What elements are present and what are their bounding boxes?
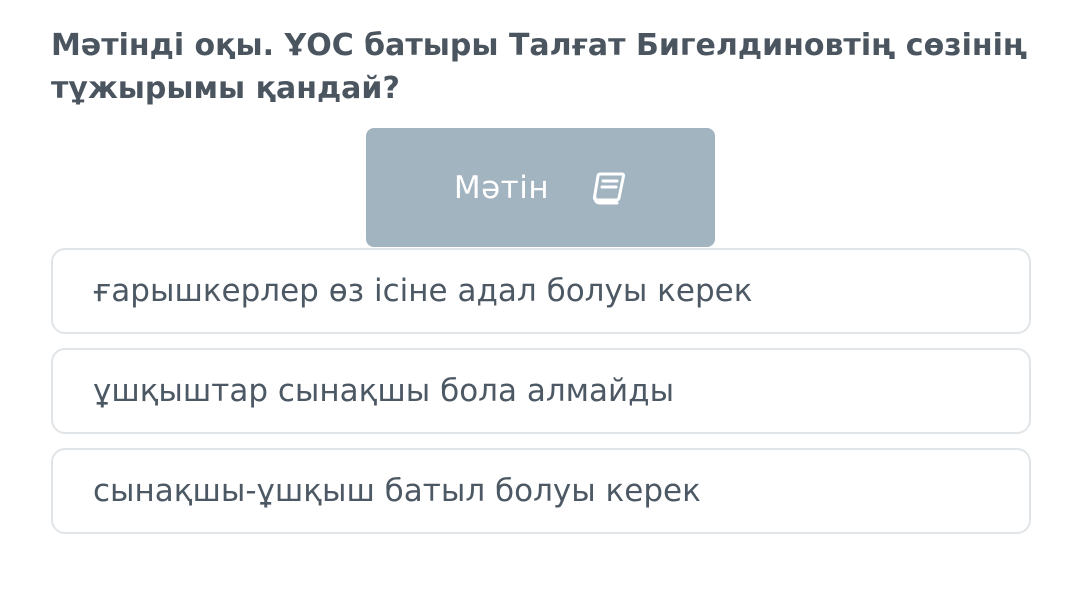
quiz-page: Мәтінді оқы. ҰОС батыры Талғат Бигелдино… [0,0,1067,613]
answer-option-label: ұшқыштар сынақшы бола алмайды [93,373,675,409]
answer-option-1[interactable]: ғарышкерлер өз ісіне адал болуы керек [51,248,1031,334]
answer-option-label: сынақшы-ұшқыш батыл болуы керек [93,473,701,509]
open-text-button-label: Мәтін [453,169,550,206]
answer-option-3[interactable]: сынақшы-ұшқыш батыл болуы керек [51,448,1031,534]
answer-option-2[interactable]: ұшқыштар сынақшы бола алмайды [51,348,1031,434]
open-text-button[interactable]: Мәтін [366,128,715,247]
book-icon [591,170,627,206]
answer-options: ғарышкерлер өз ісіне адал болуы керек ұш… [51,248,1031,548]
question-title: Мәтінді оқы. ҰОС батыры Талғат Бигелдино… [51,28,1028,106]
answer-option-label: ғарышкерлер өз ісіне адал болуы керек [93,273,753,309]
